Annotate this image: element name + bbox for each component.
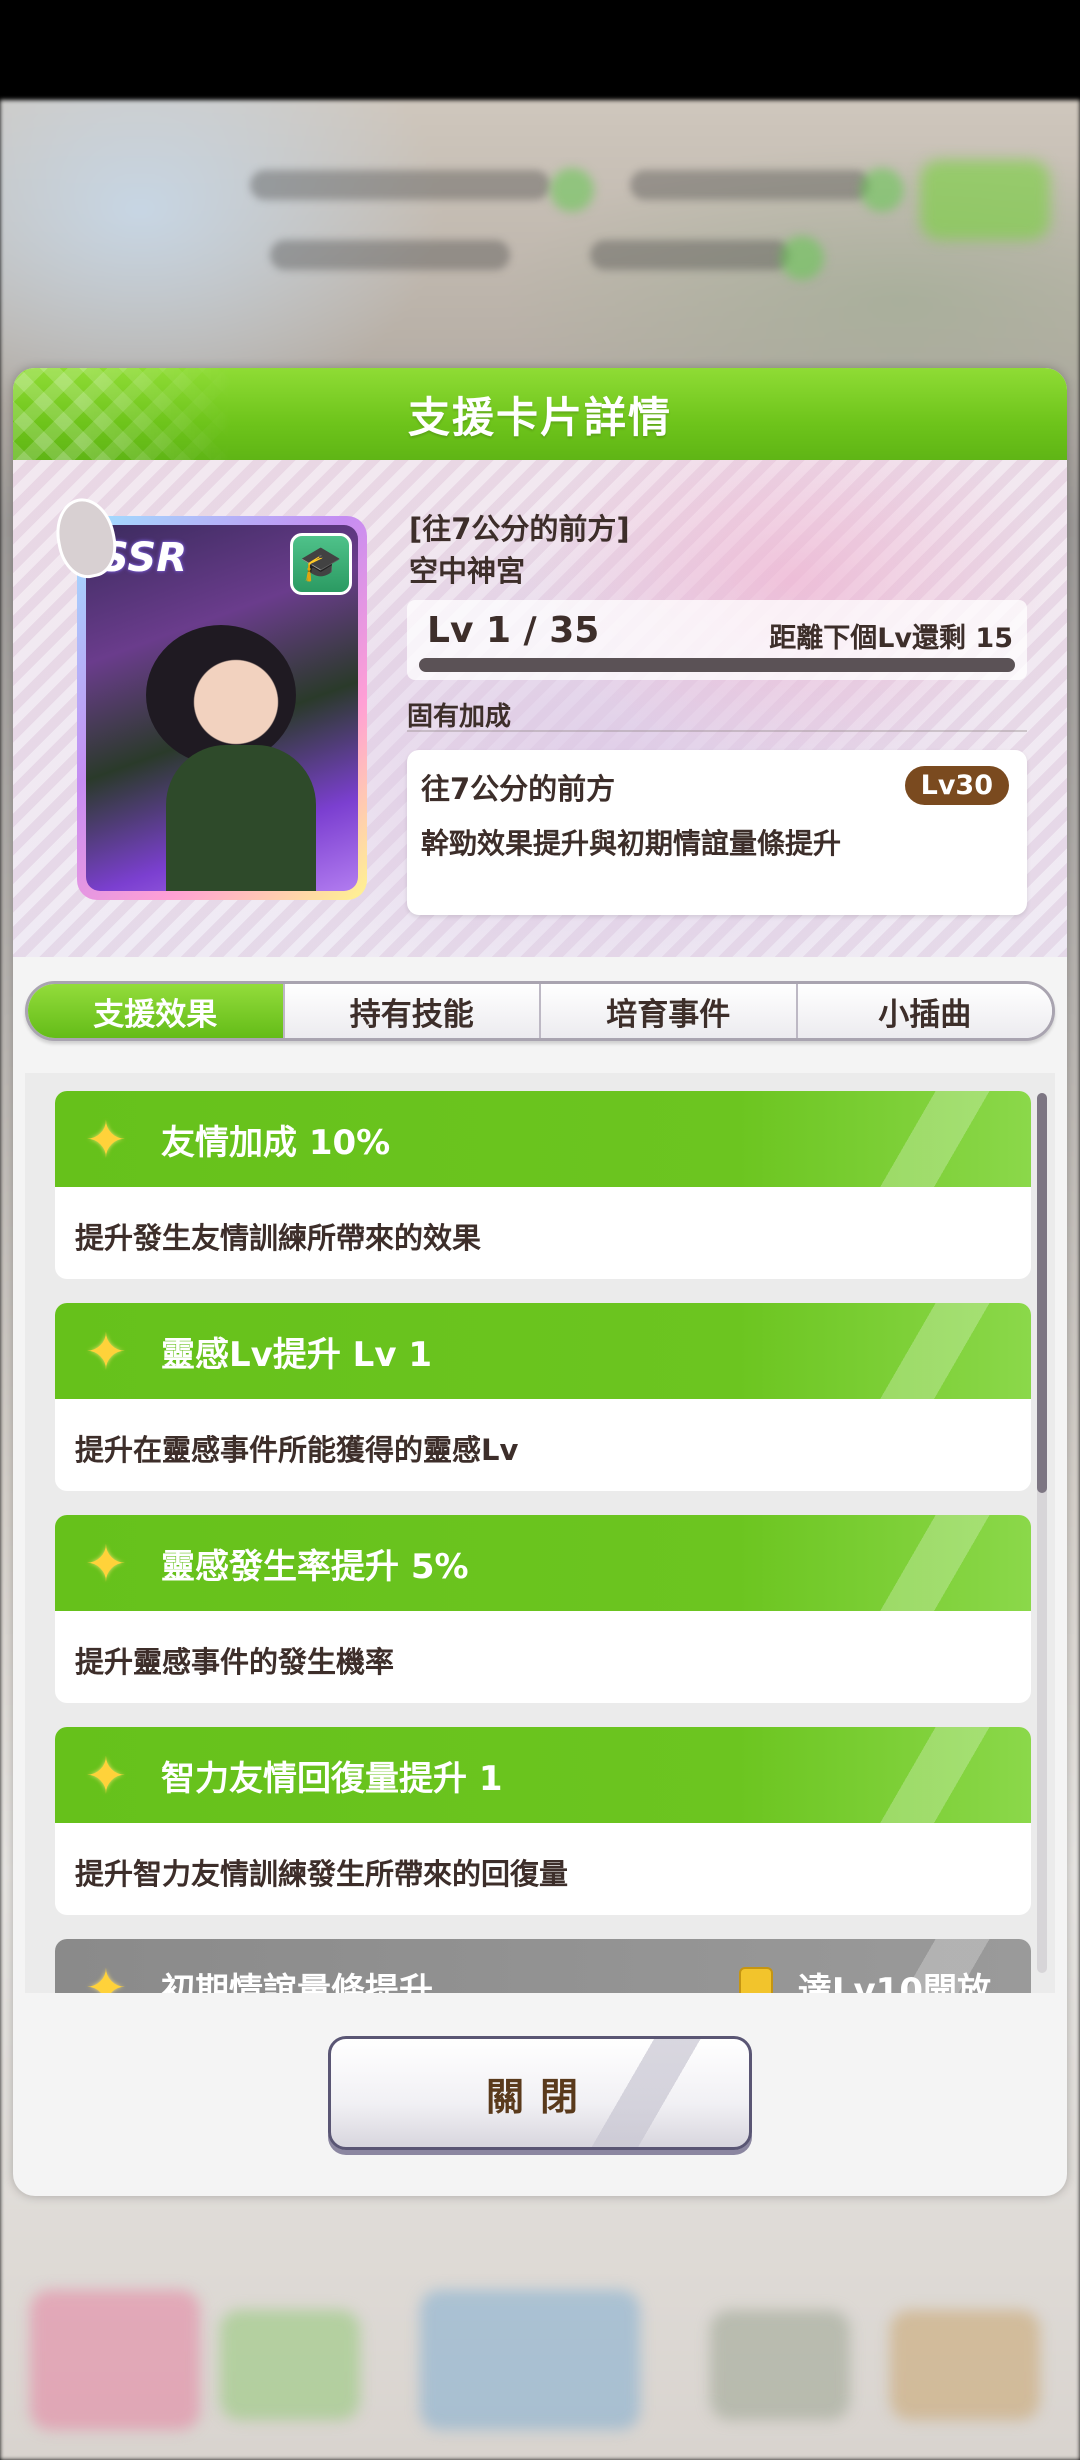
dialog-title: 支援卡片詳情 xyxy=(407,392,672,442)
sparkle-icon: ✦ xyxy=(85,1323,127,1381)
effect-name: 靈感發生率提升 5% xyxy=(161,1547,469,1587)
bg-hud-bar xyxy=(590,240,790,270)
card-info-region: SSR 🎓 [往7公分的前方] 空中神宮 Lv 1 / 35 距離下個Lv還剩 … xyxy=(13,460,1067,957)
tab-episodes[interactable]: 小插曲 xyxy=(795,984,1052,1038)
level-progress-bar xyxy=(419,658,1015,672)
effect-description: 提升智力友情訓練發生所帶來的回復量 xyxy=(75,1857,569,1891)
lock-icon xyxy=(739,1967,773,1993)
scrollbar-thumb[interactable] xyxy=(1037,1093,1047,1493)
effect-description: 提升在靈感事件所能獲得的靈感Lv xyxy=(75,1433,519,1467)
character-figure xyxy=(146,625,296,765)
bg-hud-plus xyxy=(550,168,594,212)
bg-hud-bar xyxy=(270,240,510,270)
bg-nav-item xyxy=(220,2310,360,2420)
support-card-detail-dialog: 支援卡片詳情 SSR 🎓 [往7公分的前方] 空中神宮 Lv 1 / 35 距離… xyxy=(13,368,1067,2196)
bg-nav-item xyxy=(710,2310,850,2420)
close-button-label: 關閉 xyxy=(485,2074,594,2119)
dialog-header: 支援卡片詳情 xyxy=(13,368,1067,460)
bg-menu-button xyxy=(920,160,1050,240)
effect-name: 靈感Lv提升 Lv 1 xyxy=(161,1335,432,1375)
effect-name: 智力友情回復量提升 1 xyxy=(161,1759,503,1799)
effect-description: 提升發生友情訓練所帶來的效果 xyxy=(75,1221,482,1255)
bg-nav-item xyxy=(30,2290,200,2430)
sparkle-icon: ✦ xyxy=(85,1111,127,1169)
sparkle-icon: ✦ xyxy=(85,1535,127,1593)
effect-header: ✦ 智力友情回復量提升 1 xyxy=(55,1727,1031,1823)
level-box: Lv 1 / 35 距離下個Lv還剩 15 xyxy=(407,600,1027,680)
effects-list[interactable]: ✦ 友情加成 10% 提升發生友情訓練所帶來的效果 ✦ 靈感Lv提升 Lv 1 … xyxy=(25,1073,1055,1993)
unique-bonus-name: 往7公分的前方 xyxy=(421,772,616,806)
unique-bonus-level-badge: Lv30 xyxy=(904,766,1009,805)
sparkle-icon: ✦ xyxy=(85,1959,127,1993)
effect-item: ✦ 友情加成 10% 提升發生友情訓練所帶來的效果 xyxy=(55,1091,1031,1279)
bg-hud-plus xyxy=(780,236,824,280)
bg-hud-bar xyxy=(630,170,870,200)
tab-support-effects[interactable]: 支援效果 xyxy=(28,984,283,1038)
card-title: [往7公分的前方] xyxy=(409,512,630,546)
graduation-cap-icon: 🎓 xyxy=(290,533,352,595)
card-art: SSR 🎓 xyxy=(86,525,358,891)
character-body xyxy=(166,745,316,891)
unique-bonus-header: 固有加成 xyxy=(407,702,512,732)
level-text: Lv 1 / 35 xyxy=(427,610,600,651)
unlock-condition: 達Lv10開放 xyxy=(797,1971,991,1993)
sparkle-icon: ✦ xyxy=(85,1747,127,1805)
tab-skills[interactable]: 持有技能 xyxy=(282,984,539,1038)
effect-item-locked: ✦ 初期情誼量條提升 達Lv10開放 xyxy=(55,1939,1031,1993)
tab-training-events[interactable]: 培育事件 xyxy=(539,984,796,1038)
effect-header: ✦ 友情加成 10% xyxy=(55,1091,1031,1187)
divider xyxy=(407,730,1027,732)
unique-bonus-box: 往7公分的前方 Lv30 幹勁效果提升與初期情誼量條提升 xyxy=(407,750,1027,915)
card-character-name: 空中神宮 xyxy=(409,554,526,588)
effect-item: ✦ 智力友情回復量提升 1 提升智力友情訓練發生所帶來的回復量 xyxy=(55,1727,1031,1915)
effect-description: 提升靈感事件的發生機率 xyxy=(75,1645,395,1679)
status-bar xyxy=(0,0,1080,100)
effect-header: ✦ 靈感發生率提升 5% xyxy=(55,1515,1031,1611)
effect-name: 初期情誼量條提升 xyxy=(161,1971,433,1993)
effect-header: ✦ 初期情誼量條提升 達Lv10開放 xyxy=(55,1939,1031,1993)
effect-header: ✦ 靈感Lv提升 Lv 1 xyxy=(55,1303,1031,1399)
close-button[interactable]: 關閉 xyxy=(328,2036,752,2150)
bg-nav-item xyxy=(420,2290,640,2430)
bg-hud-plus xyxy=(860,168,904,212)
next-level-text: 距離下個Lv還剩 15 xyxy=(769,623,1013,654)
support-card-image[interactable]: SSR 🎓 xyxy=(77,516,367,900)
bg-nav-item xyxy=(890,2310,1040,2420)
effect-item: ✦ 靈感Lv提升 Lv 1 提升在靈感事件所能獲得的靈感Lv xyxy=(55,1303,1031,1491)
detail-tabs: 支援效果 持有技能 培育事件 小插曲 xyxy=(25,981,1055,1041)
bottom-nav-background xyxy=(0,2230,1080,2460)
effect-name: 友情加成 10% xyxy=(161,1123,391,1163)
bg-hud-bar xyxy=(250,170,550,200)
unique-bonus-description: 幹勁效果提升與初期情誼量條提升 xyxy=(421,827,842,860)
effect-item: ✦ 靈感發生率提升 5% 提升靈感事件的發生機率 xyxy=(55,1515,1031,1703)
scrollbar[interactable] xyxy=(1037,1093,1047,1973)
